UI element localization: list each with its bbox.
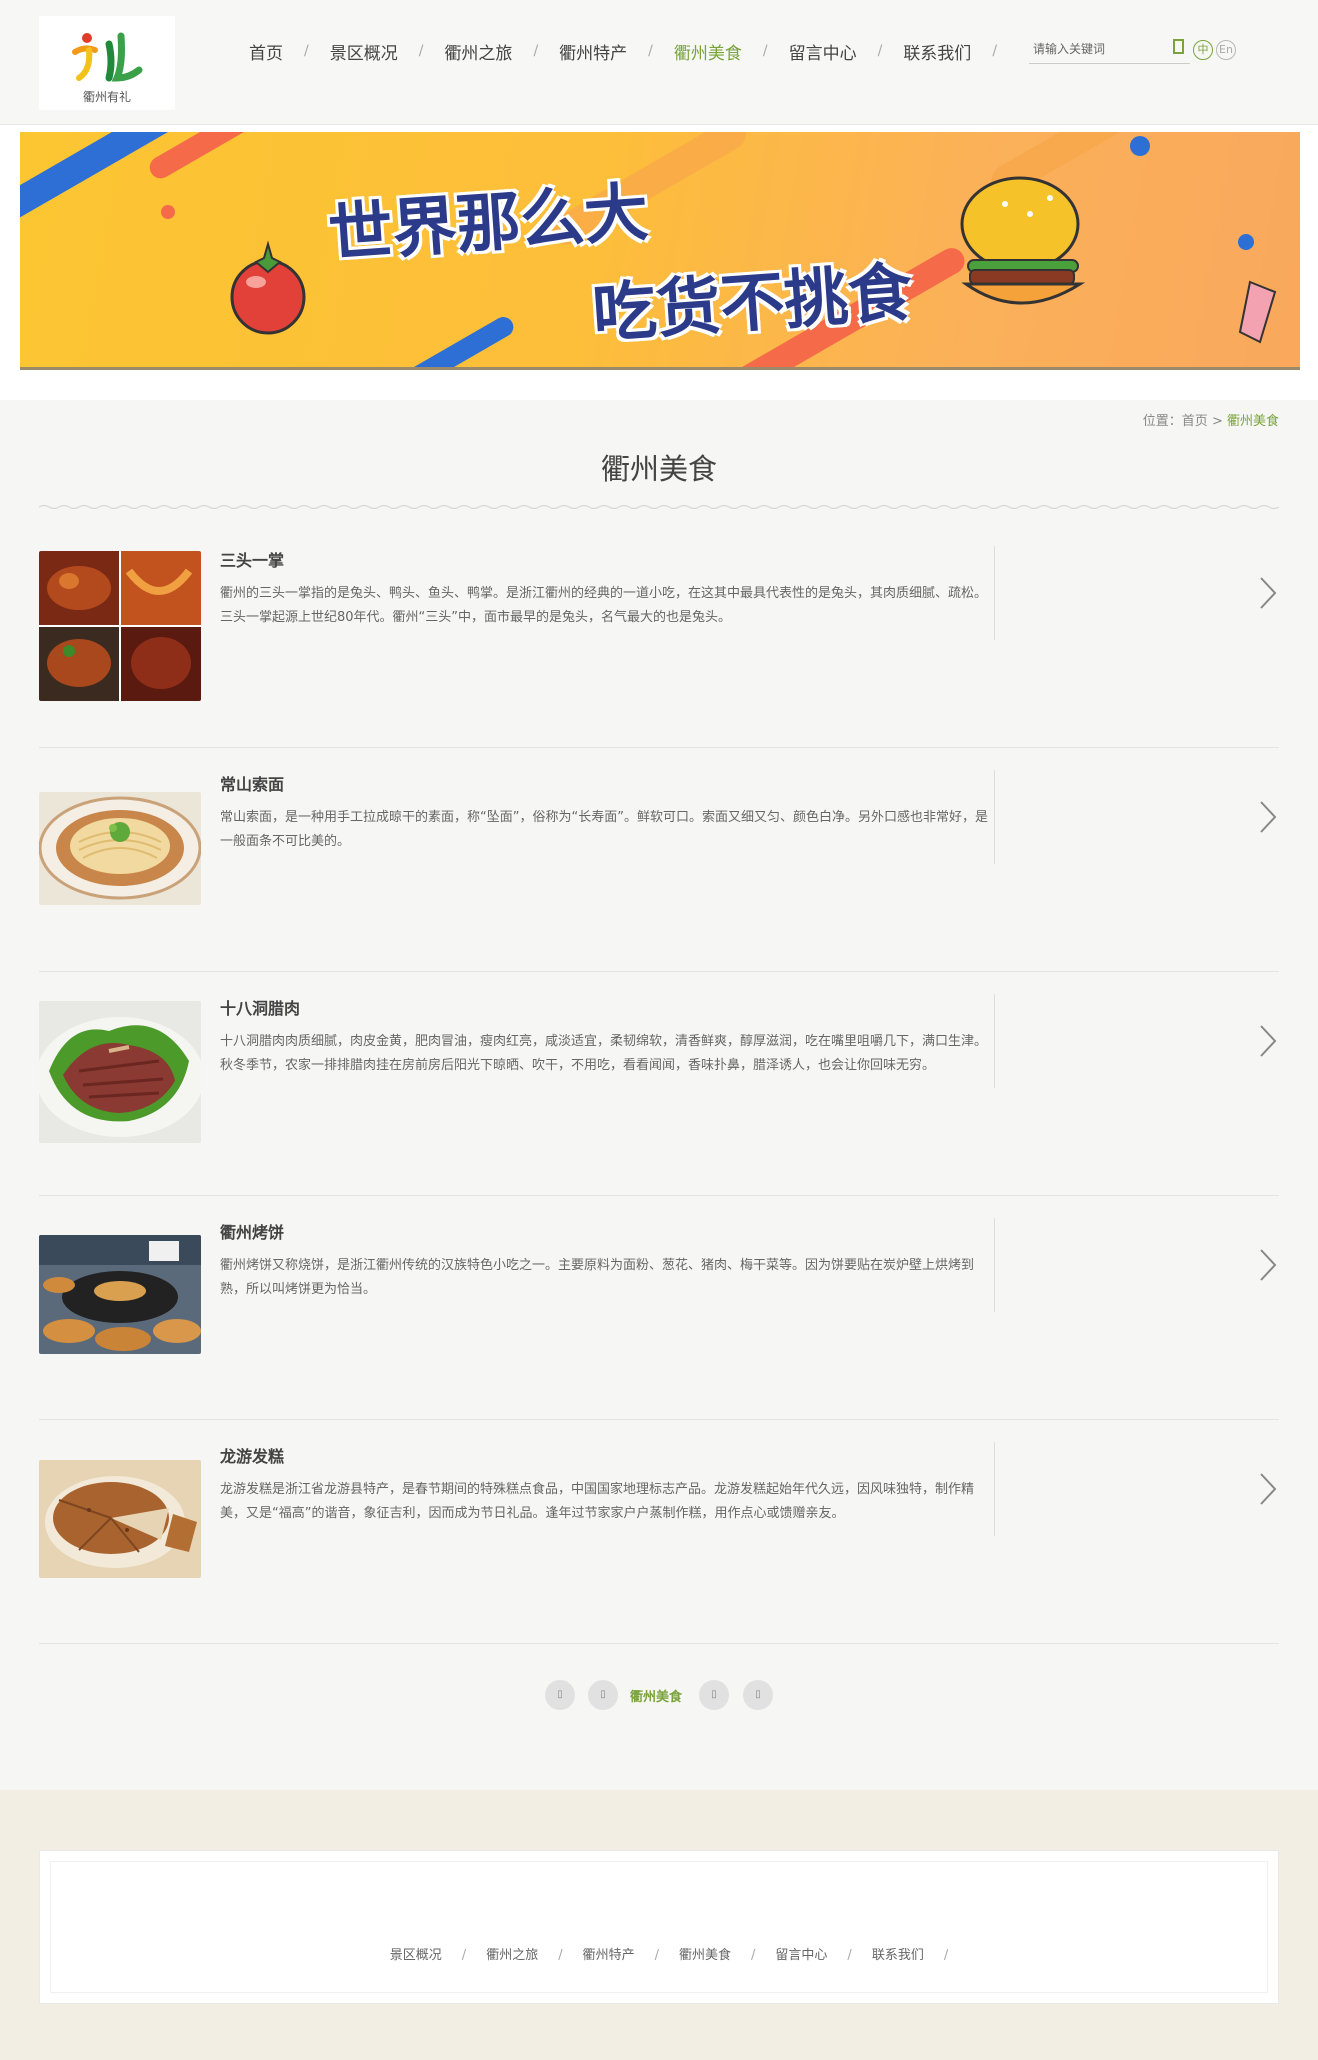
- nav-separator: /: [992, 43, 998, 59]
- nav-item-overview[interactable]: 景区概况: [309, 39, 419, 64]
- food-thumbnail[interactable]: [39, 1460, 201, 1578]
- food-title[interactable]: 十八洞腊肉: [220, 995, 300, 1019]
- hero-banner: 世界那么大 吃货不挑食: [20, 132, 1300, 370]
- page-title: 衢州美食: [600, 452, 717, 486]
- footer-box: [39, 1850, 1279, 2004]
- nav-item-contact[interactable]: 联系我们: [882, 39, 992, 64]
- search-box: [1029, 36, 1190, 64]
- food-thumbnail[interactable]: [39, 792, 201, 905]
- footer-nav: 景区概况 / 衢州之旅 / 衢州特产 / 衢州美食 / 留言中心 / 联系我们 /: [0, 1944, 1318, 1963]
- logo-text: 衢州有礼: [82, 90, 131, 104]
- chevron-right-icon[interactable]: [1258, 1472, 1278, 1506]
- nav-item-specialty[interactable]: 衢州特产: [538, 39, 648, 64]
- food-title[interactable]: 龙游发糕: [220, 1443, 284, 1467]
- footer-link-travel[interactable]: 衢州之旅: [466, 1948, 558, 1963]
- nav-item-travel[interactable]: 衢州之旅: [423, 39, 533, 64]
- footer-separator: /: [943, 1948, 949, 1963]
- lang-en-button[interactable]: En: [1216, 40, 1236, 60]
- list-item[interactable]: 常山索面 常山索面，是一种用手工拉成晾干的素面，称“坠面”，俗称为“长寿面”。鲜…: [39, 748, 1279, 972]
- logo-mark-icon: [72, 32, 143, 82]
- footer-link-specialty[interactable]: 衢州特产: [563, 1948, 655, 1963]
- list-item[interactable]: 十八洞腊肉 十八洞腊肉肉质细腻，肉皮金黄，肥肉冒油，瘦肉红亮，咸淡适宜，柔韧绵软…: [39, 972, 1279, 1196]
- lang-zh-button[interactable]: 中: [1193, 40, 1213, 60]
- food-title[interactable]: 衢州烤饼: [220, 1219, 284, 1243]
- site-footer: 景区概况 / 衢州之旅 / 衢州特产 / 衢州美食 / 留言中心 / 联系我们 /: [0, 1790, 1318, 2060]
- wave-divider: [39, 504, 1279, 510]
- breadcrumb-home[interactable]: 首页: [1182, 414, 1208, 429]
- chevron-right-icon[interactable]: [1258, 576, 1278, 610]
- item-divider: [994, 994, 995, 1088]
- item-divider: [994, 770, 995, 864]
- breadcrumb: 位置：首页 > 衢州美食: [1143, 410, 1279, 429]
- food-thumbnail[interactable]: [39, 1001, 201, 1143]
- nav-item-home[interactable]: 首页: [228, 39, 304, 64]
- list-item[interactable]: 三头一掌 衢州的三头一掌指的是兔头、鸭头、鱼头、鸭掌。是浙江衢州的经典的一道小吃…: [39, 524, 1279, 748]
- list-item[interactable]: 龙游发糕 龙游发糕是浙江省龙游县特产，是春节期间的特殊糕点食品，中国国家地理标志…: [39, 1420, 1279, 1644]
- search-input[interactable]: [1029, 36, 1157, 62]
- footer-link-messages[interactable]: 留言中心: [755, 1948, 847, 1963]
- item-divider: [994, 1218, 995, 1312]
- food-description: 十八洞腊肉肉质细腻，肉皮金黄，肥肉冒油，瘦肉红亮，咸淡适宜，柔韧绵软，清香鲜爽，…: [220, 1034, 988, 1073]
- food-description: 常山索面，是一种用手工拉成晾干的素面，称“坠面”，俗称为“长寿面”。鲜软可口。索…: [220, 810, 988, 849]
- item-divider: [994, 546, 995, 640]
- main-nav: 首页 / 景区概况 / 衢州之旅 / 衢州特产 / 衢州美食 / 留言中心 / …: [228, 36, 997, 66]
- search-icon[interactable]: [1173, 39, 1184, 54]
- food-description: 衢州烤饼又称烧饼，是浙江衢州传统的汉族特色小吃之一。主要原料为面粉、葱花、猪肉、…: [220, 1258, 975, 1297]
- breadcrumb-prefix: 位置：: [1142, 414, 1182, 429]
- food-title[interactable]: 三头一掌: [220, 547, 284, 571]
- food-thumbnail[interactable]: [39, 1235, 201, 1354]
- footer-separator: /: [558, 1948, 563, 1963]
- pager-current-label: 衢州美食: [630, 1690, 683, 1705]
- footer-link-overview[interactable]: 景区概况: [370, 1948, 462, 1963]
- item-divider: [994, 1442, 995, 1536]
- chevron-right-icon[interactable]: [1258, 1248, 1278, 1282]
- next-page-button[interactable]: ▯: [699, 1680, 729, 1710]
- chevron-right-icon[interactable]: [1258, 800, 1278, 834]
- food-description: 衢州的三头一掌指的是兔头、鸭头、鱼头、鸭掌。是浙江衢州的经典的一道小吃，在这其中…: [220, 586, 988, 625]
- breadcrumb-separator: >: [1211, 414, 1223, 429]
- chevron-right-icon[interactable]: [1258, 1024, 1278, 1058]
- footer-link-food[interactable]: 衢州美食: [659, 1948, 751, 1963]
- footer-link-contact[interactable]: 联系我们: [852, 1948, 944, 1963]
- breadcrumb-current[interactable]: 衢州美食: [1227, 414, 1279, 429]
- site-logo[interactable]: 衢州有礼: [39, 16, 175, 110]
- food-title[interactable]: 常山索面: [220, 771, 284, 795]
- list-item[interactable]: 衢州烤饼 衢州烤饼又称烧饼，是浙江衢州传统的汉族特色小吃之一。主要原料为面粉、葱…: [39, 1196, 1279, 1420]
- prev-page-button[interactable]: ▯: [588, 1680, 618, 1710]
- last-page-button[interactable]: ▯: [743, 1680, 773, 1710]
- first-page-button[interactable]: ▯: [545, 1680, 575, 1710]
- nav-item-food[interactable]: 衢州美食: [653, 39, 763, 64]
- food-thumbnail[interactable]: [39, 551, 201, 701]
- pagination: ▯ ▯ 衢州美食 ▯ ▯: [0, 1680, 1318, 1710]
- nav-item-messages[interactable]: 留言中心: [768, 39, 878, 64]
- food-description: 龙游发糕是浙江省龙游县特产，是春节期间的特殊糕点食品，中国国家地理标志产品。龙游…: [220, 1482, 975, 1521]
- site-header: 衢州有礼 首页 / 景区概况 / 衢州之旅 / 衢州特产 / 衢州美食 / 留言…: [0, 0, 1318, 125]
- footer-inner-frame: [50, 1861, 1268, 1993]
